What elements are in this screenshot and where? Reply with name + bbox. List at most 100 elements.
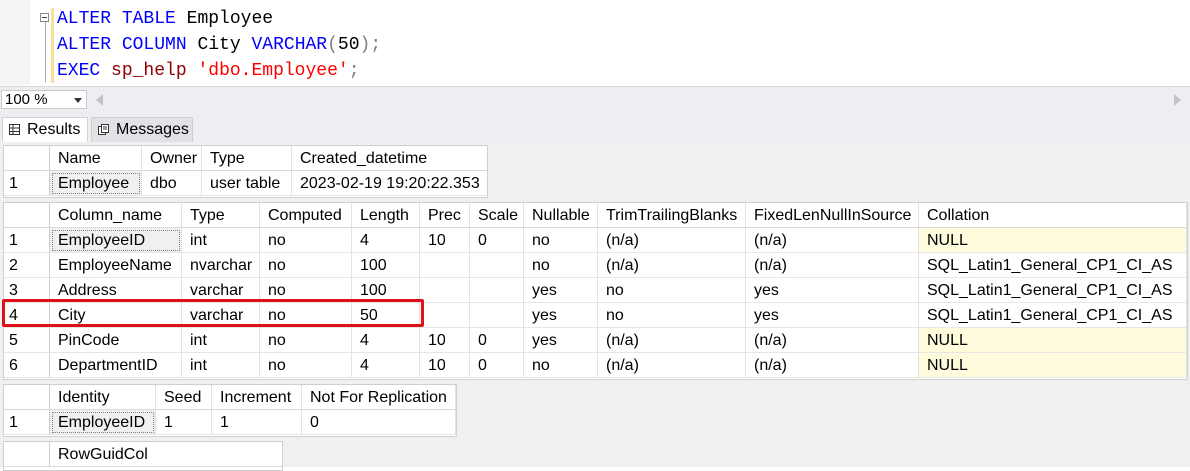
column-header[interactable]: Created_datetime <box>292 146 487 171</box>
table-cell[interactable]: no <box>524 228 598 253</box>
identity-grid[interactable]: Identity Seed Increment Not For Replication… <box>3 384 457 437</box>
table-cell[interactable]: NULL <box>919 353 1187 378</box>
keyword: ALTER <box>57 9 112 29</box>
table-cell[interactable]: DepartmentID <box>50 353 182 378</box>
tab-results[interactable]: Results <box>2 117 88 142</box>
table-cell[interactable]: no <box>260 328 352 353</box>
table-cell[interactable]: no <box>260 353 352 378</box>
column-header[interactable]: Scale <box>470 203 524 228</box>
table-cell[interactable]: no <box>260 253 352 278</box>
column-header[interactable]: Column_name <box>50 203 182 228</box>
table-cell[interactable]: nvarchar <box>182 253 260 278</box>
row-number[interactable]: 6 <box>4 353 50 378</box>
table-cell[interactable] <box>420 278 470 303</box>
table-cell[interactable]: 4 <box>352 353 420 378</box>
table-cell[interactable]: 1 <box>212 410 302 435</box>
row-number[interactable]: 1 <box>4 171 50 196</box>
table-cell[interactable]: 4 <box>352 228 420 253</box>
corner-cell[interactable] <box>4 442 50 467</box>
table-cell[interactable]: user table <box>202 171 292 196</box>
column-header[interactable]: FixedLenNullInSource <box>746 203 919 228</box>
table-cell[interactable]: SQL_Latin1_General_CP1_CI_AS <box>919 253 1187 278</box>
column-header[interactable]: Prec <box>420 203 470 228</box>
table-cell[interactable]: yes <box>524 328 598 353</box>
table-cell[interactable]: EmployeeID <box>50 410 156 435</box>
row-number[interactable]: 1 <box>4 228 50 253</box>
column-header[interactable]: Nullable <box>524 203 598 228</box>
collapse-icon[interactable] <box>40 13 49 22</box>
zoom-select[interactable]: 100 % <box>1 90 87 109</box>
scroll-left-icon[interactable] <box>96 94 103 106</box>
table-cell[interactable]: dbo <box>142 171 202 196</box>
table-cell[interactable]: int <box>182 228 260 253</box>
column-header[interactable]: Owner <box>142 146 202 171</box>
table-cell[interactable]: 2023-02-19 19:20:22.353 <box>292 171 487 196</box>
column-header[interactable]: TrimTrailingBlanks <box>598 203 746 228</box>
table-cell[interactable]: no <box>598 278 746 303</box>
table-cell[interactable]: no <box>260 228 352 253</box>
scroll-right-icon[interactable] <box>1174 94 1181 106</box>
row-number[interactable]: 2 <box>4 253 50 278</box>
column-header[interactable]: Increment <box>212 385 302 410</box>
table-cell[interactable]: 0 <box>470 353 524 378</box>
row-number[interactable]: 1 <box>4 410 50 435</box>
column-header[interactable]: Not For Replication <box>302 385 456 410</box>
table-cell[interactable]: SQL_Latin1_General_CP1_CI_AS <box>919 278 1187 303</box>
table-cell[interactable] <box>470 303 524 328</box>
table-cell[interactable] <box>470 253 524 278</box>
table-cell[interactable]: PinCode <box>50 328 182 353</box>
column-header[interactable]: RowGuidCol <box>50 442 282 467</box>
table-cell[interactable]: no <box>524 253 598 278</box>
column-header[interactable]: Length <box>352 203 420 228</box>
column-header[interactable]: Seed <box>156 385 212 410</box>
row-number[interactable]: 5 <box>4 328 50 353</box>
table-cell[interactable]: (n/a) <box>598 328 746 353</box>
table-cell[interactable]: NULL <box>919 328 1187 353</box>
table-cell[interactable]: (n/a) <box>598 353 746 378</box>
tab-messages[interactable]: Messages <box>91 117 193 142</box>
table-cell[interactable]: yes <box>746 278 919 303</box>
table-cell[interactable]: Employee <box>50 171 142 196</box>
table-cell[interactable]: (n/a) <box>746 328 919 353</box>
table-cell[interactable]: (n/a) <box>598 253 746 278</box>
table-cell[interactable] <box>420 303 470 328</box>
table-cell[interactable]: 100 <box>352 253 420 278</box>
table-cell[interactable] <box>420 253 470 278</box>
sql-editor[interactable]: ALTER TABLE Employee ALTER COLUMN City V… <box>0 0 1190 85</box>
corner-cell[interactable] <box>4 146 50 171</box>
table-cell[interactable]: 1 <box>156 410 212 435</box>
table-cell[interactable]: yes <box>746 303 919 328</box>
table-cell[interactable]: 0 <box>302 410 456 435</box>
column-header[interactable]: Type <box>202 146 292 171</box>
table-cell[interactable]: 10 <box>420 228 470 253</box>
table-cell[interactable]: EmployeeName <box>50 253 182 278</box>
column-header[interactable]: Type <box>182 203 260 228</box>
corner-cell[interactable] <box>4 385 50 410</box>
table-cell[interactable]: SQL_Latin1_General_CP1_CI_AS <box>919 303 1187 328</box>
table-cell[interactable]: EmployeeID <box>50 228 182 253</box>
table-cell[interactable]: no <box>598 303 746 328</box>
table-cell[interactable]: NULL <box>919 228 1187 253</box>
table-cell[interactable]: 4 <box>352 328 420 353</box>
columns-grid[interactable]: Column_name Type Computed Length Prec Scale Nu… <box>3 202 1188 380</box>
table-cell[interactable]: yes <box>524 303 598 328</box>
table-cell[interactable]: (n/a) <box>598 228 746 253</box>
table-cell[interactable]: int <box>182 328 260 353</box>
table-cell[interactable]: 10 <box>420 328 470 353</box>
table-cell[interactable]: (n/a) <box>746 253 919 278</box>
table-cell[interactable]: 10 <box>420 353 470 378</box>
table-cell[interactable]: 0 <box>470 228 524 253</box>
table-cell[interactable] <box>470 278 524 303</box>
table-cell[interactable]: (n/a) <box>746 353 919 378</box>
column-header[interactable]: Identity <box>50 385 156 410</box>
table-cell[interactable]: 0 <box>470 328 524 353</box>
table-cell[interactable]: (n/a) <box>746 228 919 253</box>
column-header[interactable]: Collation <box>919 203 1187 228</box>
table-cell[interactable]: int <box>182 353 260 378</box>
table-cell[interactable]: yes <box>524 278 598 303</box>
object-info-grid[interactable]: Name Owner Type Created_datetime 1 Employee db… <box>3 145 488 198</box>
corner-cell[interactable] <box>4 203 50 228</box>
column-header[interactable]: Computed <box>260 203 352 228</box>
column-header[interactable]: Name <box>50 146 142 171</box>
table-cell[interactable]: no <box>524 353 598 378</box>
